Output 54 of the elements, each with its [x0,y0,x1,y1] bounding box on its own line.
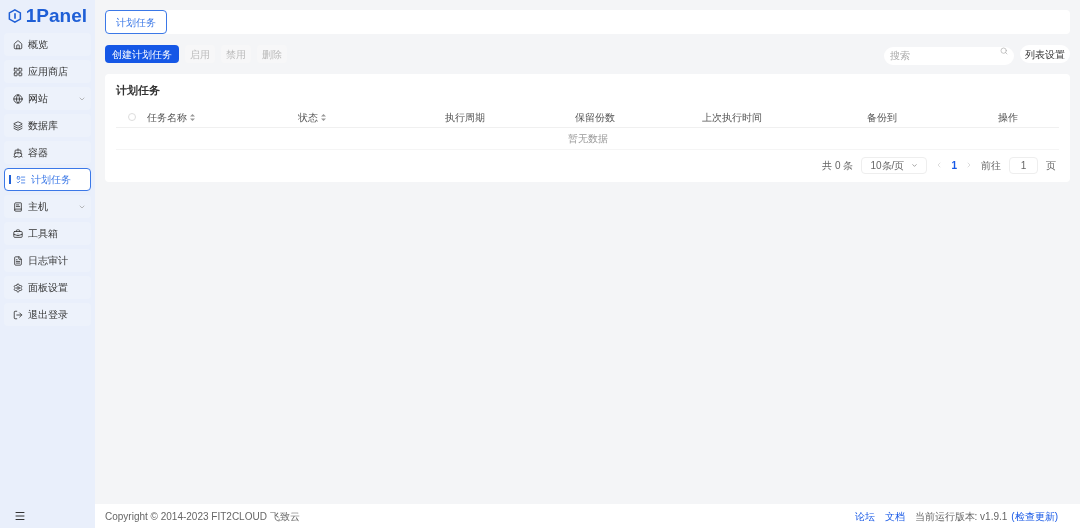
create-button[interactable]: 创建计划任务 [105,45,179,63]
column-settings-button[interactable]: 列表设置 [1020,45,1070,63]
home-icon [13,39,23,50]
chevron-down-icon [911,161,919,169]
sidebar-item[interactable]: 面板设置 [4,276,91,299]
page-suffix: 页 [1046,158,1056,173]
column-header: 保留份数 [575,110,615,125]
grid-icon [13,66,23,77]
sidebar-item[interactable]: 工具箱 [4,222,91,245]
layers-icon [13,120,23,131]
column-header: 状态 [298,110,318,125]
ship-icon [13,147,23,158]
column-header: 上次执行时间 [702,110,762,125]
column-header: 任务名称 [147,110,187,125]
sort-icon[interactable] [321,113,326,121]
document-icon [13,255,23,266]
check-update-link[interactable]: (检查更新) [1011,508,1058,524]
column-header: 备份到 [867,110,897,125]
version-text: 当前运行版本: v1.9.1 [914,509,1008,524]
logout-icon [13,309,23,320]
sidebar-item[interactable]: 主机 [4,195,91,218]
card-title: 计划任务 [116,83,161,98]
page-input[interactable]: 1 [1009,156,1038,174]
sidebar-item[interactable]: 计划任务 [4,168,91,191]
logo-text: 1Panel [25,3,87,28]
sidebar-item[interactable]: 容器 [4,141,91,164]
search-icon [1000,47,1008,55]
menu-icon[interactable] [14,510,26,522]
tab[interactable]: 计划任务 [105,10,167,34]
sidebar-item[interactable]: 应用商店 [4,60,91,83]
total-count: 共 0 条 [822,158,854,173]
goto-label: 前往 [981,158,1001,173]
footer-link[interactable]: 论坛 [854,508,875,524]
page-size-select[interactable]: 10条/页 [861,156,928,174]
sidebar-item[interactable]: 概览 [4,33,91,56]
page-number[interactable]: 1 [951,157,957,173]
empty-text: 暂无数据 [567,131,608,146]
active-indicator [9,175,11,184]
sidebar-item[interactable]: 退出登录 [4,303,91,326]
sidebar-item[interactable]: 网站 [4,87,91,110]
search-field[interactable]: 搜索 [884,46,1014,65]
copyright-text: Copyright © 2014-2023 FIT2CLOUD 飞致云 [105,509,300,524]
globe-icon [13,93,23,104]
column-header: 执行周期 [445,110,485,125]
column-header: 操作 [998,110,1018,125]
sidebar-item[interactable]: 日志审计 [4,249,91,272]
footer-link[interactable]: 文档 [884,508,905,524]
list-icon [16,174,26,185]
sort-icon[interactable] [190,113,195,121]
book-icon [13,201,23,212]
logo-icon [8,6,22,26]
toolbox-icon [13,228,23,239]
sidebar-item[interactable]: 数据库 [4,114,91,137]
settings-icon [13,282,23,293]
